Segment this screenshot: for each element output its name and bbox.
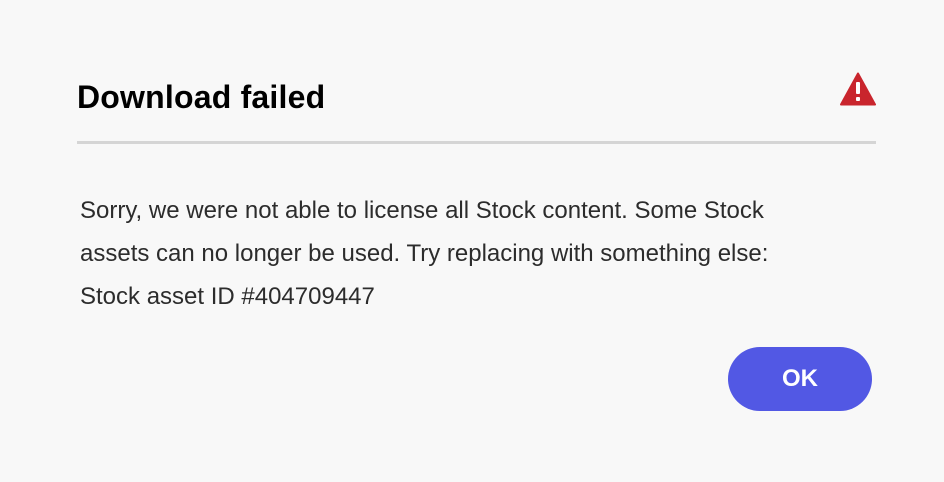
- header-divider: [77, 141, 876, 144]
- dialog-header: Download failed: [77, 70, 876, 122]
- ok-button[interactable]: OK: [728, 347, 872, 411]
- dialog-title: Download failed: [77, 79, 326, 115]
- dialog-message: Sorry, we were not able to license all S…: [80, 197, 769, 310]
- alert-triangle-icon: [840, 72, 876, 106]
- download-failed-dialog: Download failed Sorry, we were not able …: [0, 0, 944, 482]
